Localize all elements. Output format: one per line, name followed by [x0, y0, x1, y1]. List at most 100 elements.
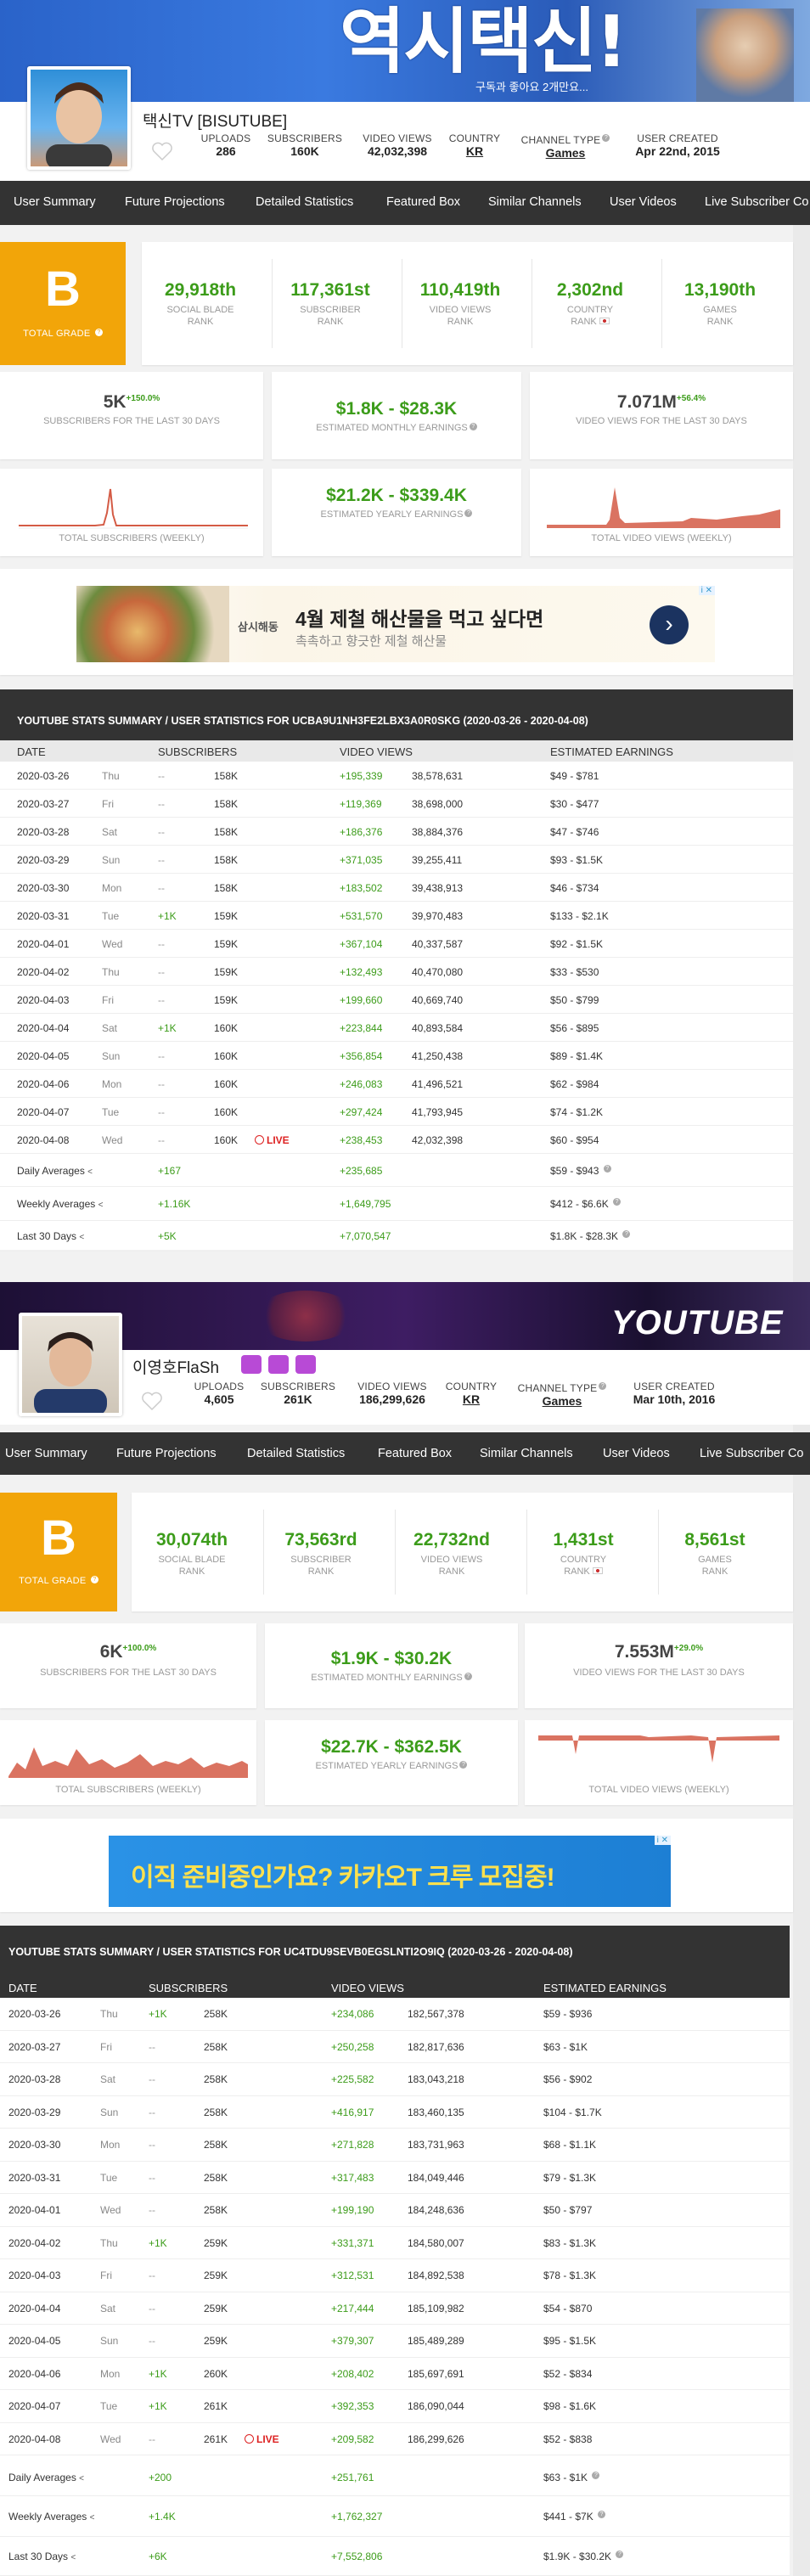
table-row: 2020-04-08 Wed -- 261K +209,582 186,299,626 $5… — [0, 2423, 790, 2455]
help-icon[interactable]: ? — [602, 134, 610, 142]
row-sub-change: +1K — [158, 1022, 177, 1034]
table-row: 2020-03-27 Fri -- 258K +250,258 182,817,636 $6… — [0, 2031, 790, 2063]
share-icon[interactable]: < — [70, 2553, 76, 2562]
live-indicator[interactable]: LIVE — [255, 1134, 290, 1146]
nav-similar-channels[interactable]: Similar Channels — [488, 195, 582, 209]
summary-earnings-text: $412 - $6.6K — [550, 1198, 609, 1210]
table-row: 2020-04-06 Mon +1K 260K +208,402 185,697,691 $… — [0, 2358, 790, 2390]
nav-detailed-statistics[interactable]: Detailed Statistics — [256, 195, 353, 209]
channel-type-link[interactable]: Games — [509, 1395, 615, 1408]
help-icon[interactable]: ? — [90, 1576, 98, 1583]
rank-label2: RANK — [307, 1566, 335, 1577]
nav-future-projections[interactable]: Future Projections — [116, 1447, 217, 1460]
row-earnings: $68 - $1.1K — [543, 2139, 597, 2151]
monthly-earnings-box: $1.8K - $28.3K ESTIMATED MONTHLY EARNING… — [272, 372, 521, 459]
row-earnings: $63 - $1K — [543, 2040, 588, 2053]
row-sub-change: -- — [149, 2139, 155, 2151]
channel-avatar[interactable] — [27, 66, 131, 170]
ad-arrow-icon[interactable]: › — [650, 605, 689, 644]
table-row: 2020-04-01 Wed -- 258K +199,190 184,248,636 $5… — [0, 2194, 790, 2227]
subs30-label: SUBSCRIBERS FOR THE LAST 30 DAYS — [40, 1668, 217, 1678]
help-icon[interactable]: ? — [622, 1230, 631, 1238]
country-link[interactable]: KR — [442, 1393, 501, 1406]
help-icon[interactable]: ? — [592, 2472, 600, 2479]
row-sub-total: 158K — [214, 770, 239, 782]
share-icon[interactable]: < — [98, 1201, 104, 1210]
views30-value: 7.071M — [616, 392, 677, 412]
nav-user-videos[interactable]: User Videos — [610, 195, 677, 209]
row-day: Sun — [102, 1050, 121, 1062]
summary-label: Last 30 Days < — [17, 1230, 84, 1242]
row-sub-total: 159K — [214, 994, 239, 1006]
row-date: 2020-04-08 — [17, 1134, 70, 1146]
row-date: 2020-04-08 — [8, 2433, 61, 2445]
row-earnings: $33 - $530 — [550, 966, 599, 978]
row-views-change: +250,258 — [331, 2040, 374, 2053]
row-views-change: +208,402 — [331, 2367, 374, 2380]
video-views-label: VIDEO VIEWS — [357, 1381, 427, 1392]
favorite-heart-icon[interactable] — [151, 141, 173, 161]
stats-icon[interactable] — [268, 1355, 289, 1374]
row-views-total: 184,248,636 — [408, 2204, 464, 2216]
row-day: Fri — [100, 2040, 112, 2053]
rank-label2: RANK — [701, 1566, 728, 1577]
live-indicator[interactable]: LIVE — [245, 2433, 279, 2445]
video-icon[interactable] — [295, 1355, 316, 1374]
country-link[interactable]: KR — [445, 145, 504, 158]
share-icon[interactable]: < — [79, 1233, 84, 1242]
rank-value: 29,918th — [164, 280, 237, 300]
rank-label: SUBSCRIBER — [300, 305, 361, 315]
row-day: Fri — [102, 994, 114, 1006]
nav-featured-box[interactable]: Featured Box — [386, 195, 460, 209]
video-views-label: VIDEO VIEWS — [363, 132, 432, 144]
nav-live-subscriber-count[interactable]: Live Subscriber Co — [700, 1447, 804, 1460]
help-icon[interactable]: ? — [616, 2551, 624, 2558]
help-icon[interactable]: ? — [599, 1382, 607, 1390]
nav-user-videos[interactable]: User Videos — [603, 1447, 670, 1460]
row-day: Thu — [100, 2236, 118, 2249]
ad-banner[interactable]: 이직 준비중인가요? 카카오T 크루 모집중! i ✕ — [109, 1836, 671, 1907]
share-icon[interactable]: < — [90, 2513, 95, 2523]
row-sub-total: 160K — [214, 1078, 239, 1090]
favorite-heart-icon[interactable] — [141, 1391, 163, 1411]
row-day: Mon — [102, 1078, 122, 1090]
help-icon[interactable]: ? — [613, 1198, 622, 1206]
rank-value: 110,419th — [419, 280, 501, 300]
nav-featured-box[interactable]: Featured Box — [378, 1447, 452, 1460]
help-icon[interactable]: ? — [464, 1673, 472, 1680]
help-icon[interactable]: ? — [469, 423, 477, 430]
row-date: 2020-04-01 — [8, 2204, 61, 2216]
nav-detailed-statistics[interactable]: Detailed Statistics — [247, 1447, 345, 1460]
row-sub-total: 158K — [214, 826, 239, 838]
uploads-stat: UPLOADS 286 — [200, 132, 251, 158]
help-icon[interactable]: ? — [459, 1761, 468, 1769]
help-icon[interactable]: ? — [598, 2511, 606, 2518]
ad-banner[interactable]: 삼시해동 4월 제철 해산물을 먹고 싶다면 촉촉하고 향긋한 제철 해산물 ›… — [76, 586, 715, 662]
nav-future-projections[interactable]: Future Projections — [125, 195, 225, 209]
youtube-icon[interactable] — [241, 1355, 262, 1374]
nav-live-subscriber-count[interactable]: Live Subscriber Co — [705, 195, 809, 209]
nav-user-summary[interactable]: User Summary — [5, 1447, 87, 1460]
subscribers-value: 160K — [290, 144, 319, 158]
help-icon[interactable]: ? — [464, 509, 473, 517]
row-sub-change: -- — [149, 2269, 155, 2281]
table-row: 2020-04-07 Tue -- 160K +297,424 41,793,945 $74… — [0, 1098, 793, 1126]
views-weekly-chart-box: TOTAL VIDEO VIEWS (WEEKLY) — [530, 469, 793, 556]
help-icon[interactable]: ? — [603, 1165, 611, 1173]
share-icon[interactable]: < — [79, 2474, 84, 2483]
channel-type-link[interactable]: Games — [513, 147, 618, 160]
summary-earnings: $1.8K - $28.3K ? — [550, 1230, 631, 1242]
rank-label2: RANK — [187, 317, 214, 327]
channel-avatar[interactable] — [19, 1313, 122, 1416]
row-views-total: 42,032,398 — [412, 1134, 464, 1146]
share-icon[interactable]: < — [87, 1167, 93, 1177]
divider — [272, 259, 273, 348]
nav-user-summary[interactable]: User Summary — [14, 195, 96, 209]
adchoices-icon[interactable]: i ✕ — [698, 586, 715, 595]
help-icon[interactable]: ? — [94, 329, 103, 336]
col-subscribers: SUBSCRIBERS — [158, 745, 238, 758]
summary-row: Last 30 Days < +6K +7,552,806 $1.9K - $30.2… — [0, 2537, 790, 2576]
divider — [526, 1510, 527, 1595]
nav-similar-channels[interactable]: Similar Channels — [480, 1447, 573, 1460]
adchoices-icon[interactable]: i ✕ — [654, 1836, 671, 1845]
